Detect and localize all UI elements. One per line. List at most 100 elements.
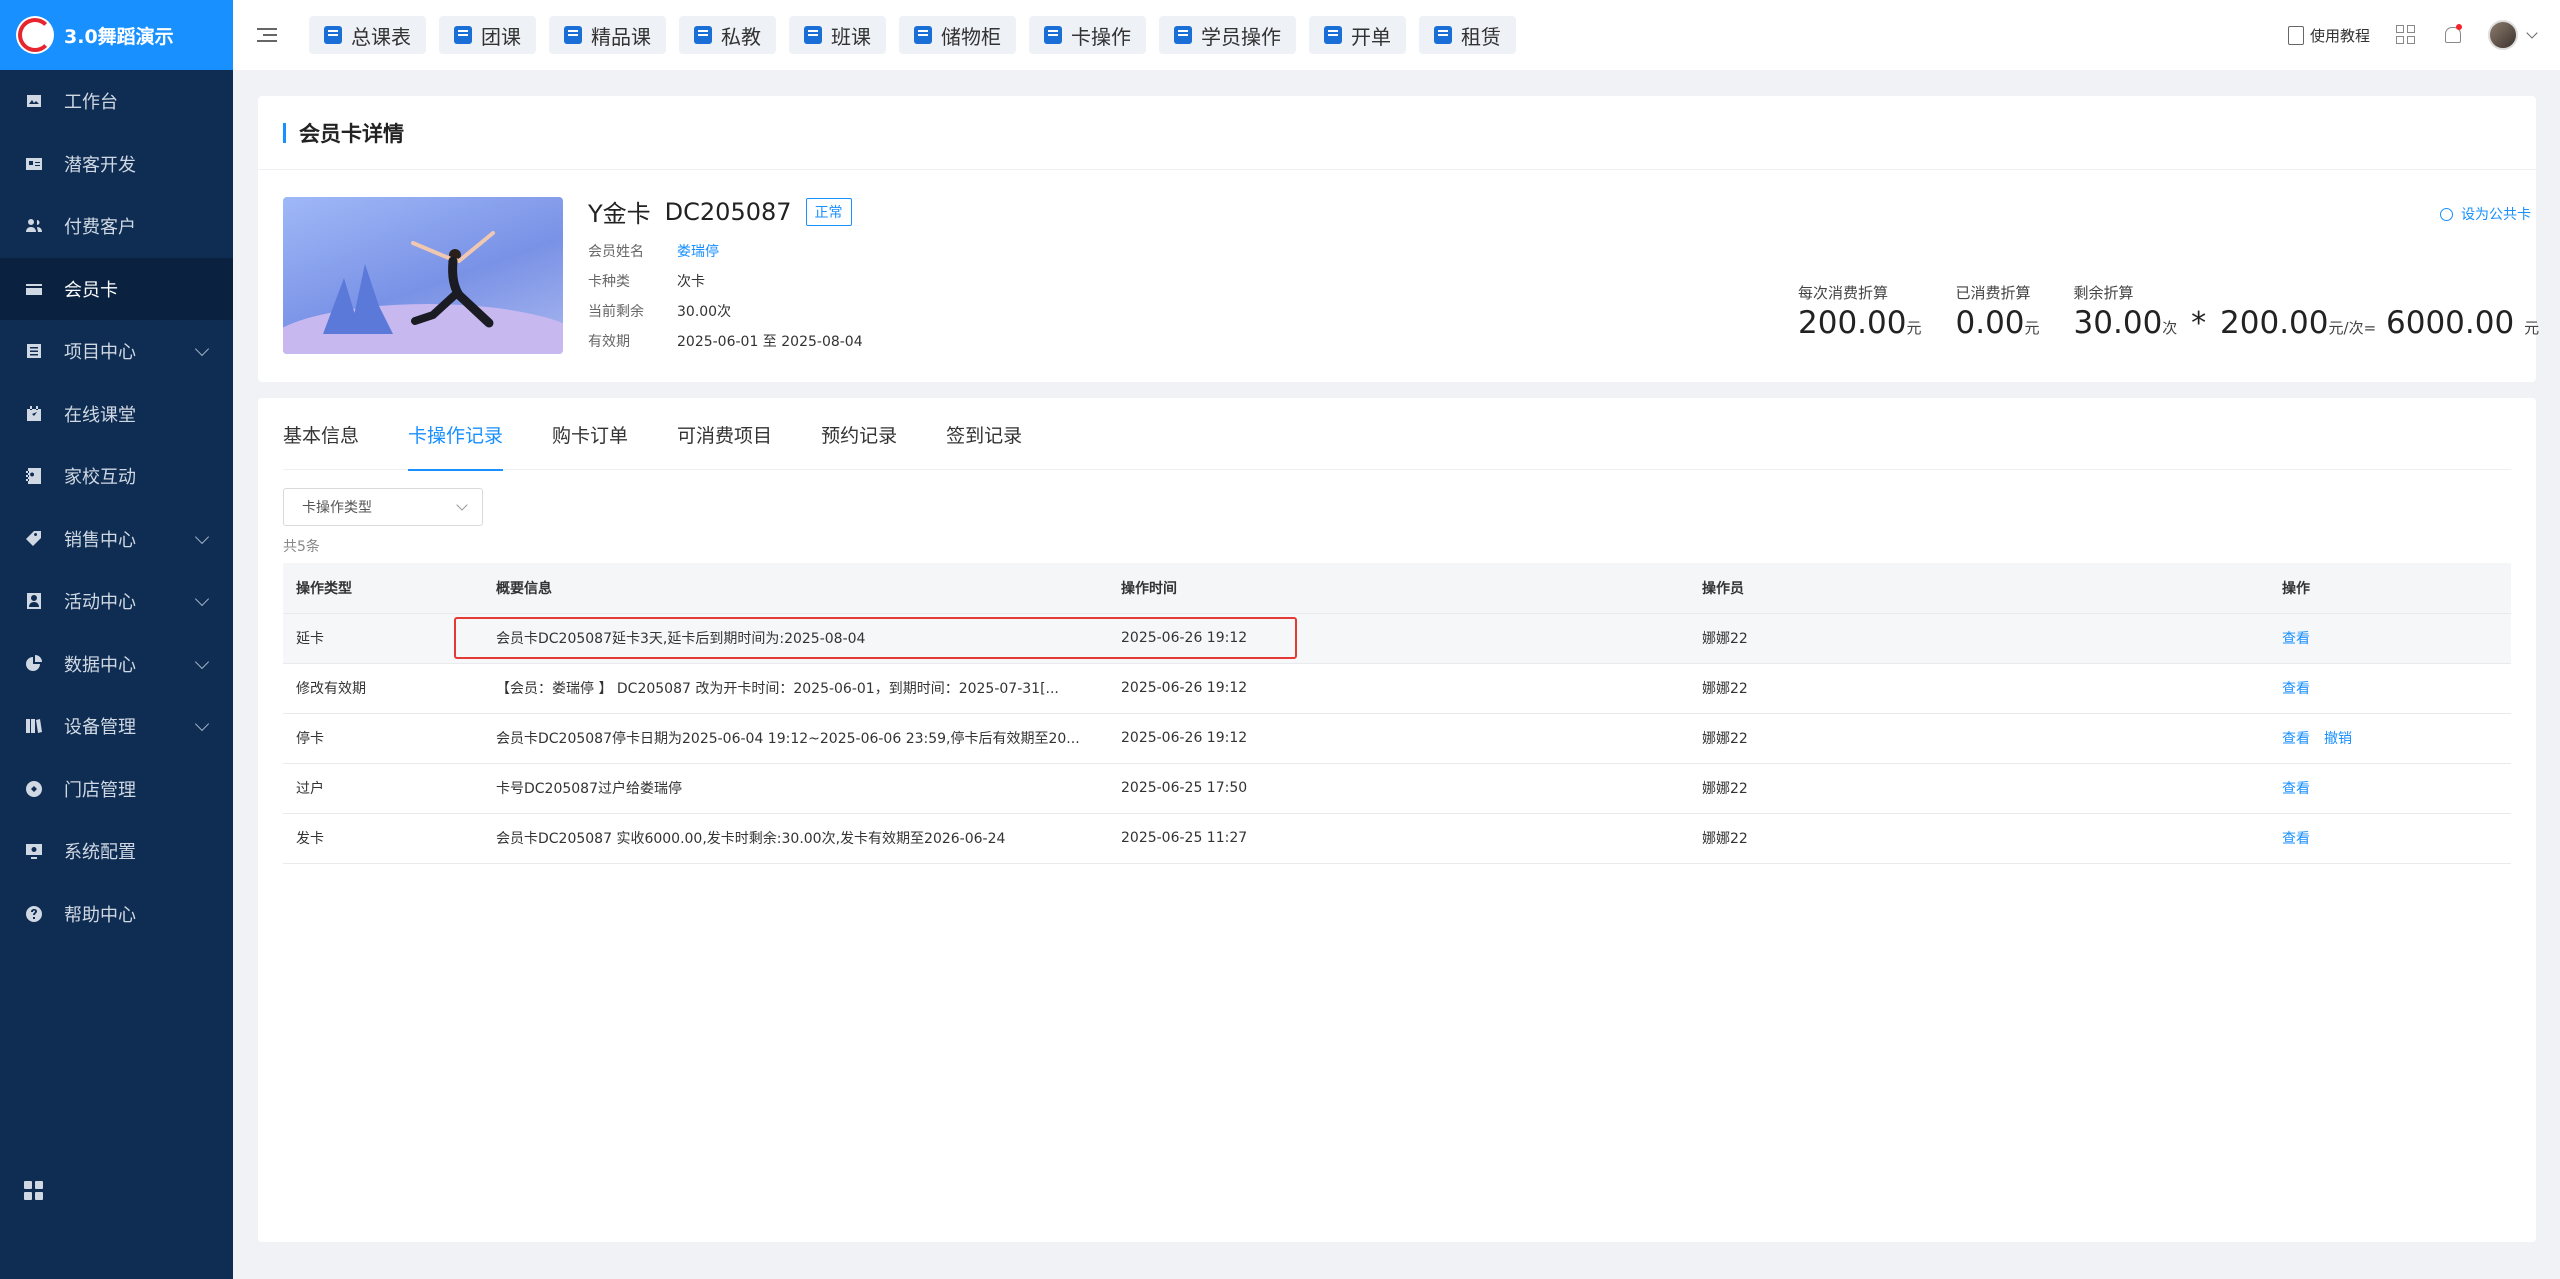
sidebar-item-label: 销售中心 (64, 529, 136, 551)
quick-link-icon (1044, 26, 1062, 44)
info-key: 当前剩余 (588, 304, 644, 320)
quick-link-button[interactable]: 学员操作 (1159, 16, 1296, 54)
quick-link-button[interactable]: 班课 (789, 16, 886, 54)
sidebar-item[interactable]: 潜客开发 (0, 133, 233, 196)
cell-operator: 娜娜22 (1689, 763, 2269, 814)
quick-link-button[interactable]: 租赁 (1419, 16, 1516, 54)
stat-used-unit: 元 (2024, 319, 2040, 337)
sidebar-item-label: 工作台 (64, 92, 118, 114)
records-tab[interactable]: 可消费项目 (677, 398, 772, 470)
qr-code-icon[interactable] (2396, 25, 2416, 45)
records-tab[interactable]: 购卡订单 (552, 398, 628, 470)
member-name-link[interactable]: 娄瑞停 (677, 241, 719, 261)
sidebar-item[interactable]: 在线课堂 (0, 383, 233, 446)
sidebar-item[interactable]: 活动中心 (0, 570, 233, 633)
section-title: 会员卡详情 (299, 121, 404, 146)
sidebar-item-label: 付费客户 (64, 217, 136, 239)
list-icon (24, 341, 44, 361)
apps-grid-icon[interactable] (24, 1181, 44, 1201)
notification-bell-icon[interactable] (2442, 24, 2462, 46)
cell-type: 发卡 (283, 813, 483, 864)
quick-link-button[interactable]: 精品课 (549, 16, 666, 54)
stat-remaining: 剩余折算 30.00次 * 200.00元/次= 6000.00 元 (2074, 282, 2540, 341)
stat-per-use-label: 每次消费折算 (1798, 284, 1889, 302)
status-badge: 正常 (805, 197, 852, 226)
brand-logo-icon (16, 16, 54, 54)
view-link[interactable]: 查看 (2282, 831, 2310, 847)
records-tab[interactable]: 预约记录 (821, 398, 897, 470)
view-link[interactable]: 查看 (2282, 731, 2310, 747)
sidebar-item[interactable]: 设备管理 (0, 695, 233, 758)
cell-type: 过户 (283, 763, 483, 814)
sidebar-item-label: 会员卡 (64, 279, 118, 301)
quick-link-label: 开单 (1351, 24, 1391, 49)
info-value: 次卡 (677, 274, 705, 290)
view-link[interactable]: 查看 (2282, 681, 2310, 697)
quick-link-icon (1434, 26, 1452, 44)
cell-time: 2025-06-26 19:12 (1108, 663, 1689, 714)
stat-used: 已消费折算 0.00元 (1956, 282, 2040, 341)
quick-link-button[interactable]: 开单 (1309, 16, 1406, 54)
quick-link-label: 团课 (481, 24, 521, 49)
operation-type-select[interactable]: 卡操作类型 (283, 488, 483, 526)
cell-time: 2025-06-25 11:27 (1108, 813, 1689, 864)
card-name: Y金卡 (588, 200, 651, 228)
stat-used-value: 0.00 (1955, 305, 2025, 341)
chevron-down-icon (194, 654, 210, 669)
quick-link-button[interactable]: 私教 (679, 16, 776, 54)
sidebar-item[interactable]: 家校互动 (0, 445, 233, 508)
quick-link-button[interactable]: 总课表 (309, 16, 426, 54)
view-link[interactable]: 查看 (2282, 781, 2310, 797)
sidebar-item-label: 项目中心 (64, 342, 136, 364)
records-tab[interactable]: 卡操作记录 (408, 398, 504, 471)
records-tab[interactable]: 基本信息 (283, 398, 359, 470)
store-icon (24, 779, 44, 799)
table-row: 修改有效期 【会员：娄瑞停 】 DC205087 改为开卡时间：2025-06-0… (283, 663, 2511, 714)
sidebar-item[interactable]: 帮助中心 (0, 883, 233, 946)
sidebar-item[interactable]: 门店管理 (0, 758, 233, 821)
card-icon (24, 279, 44, 299)
app-logo[interactable]: 3.0舞蹈演示 (0, 0, 233, 70)
sidebar-item[interactable]: 付费客户 (0, 195, 233, 258)
stat-remaining-count: 30.00 (2073, 305, 2163, 341)
help-tutorial-label: 使用教程 (2309, 26, 2370, 45)
stat-used-label: 已消费折算 (1955, 284, 2031, 302)
info-key: 有效期 (588, 334, 630, 350)
user-avatar[interactable] (2488, 20, 2518, 50)
quick-link-label: 租赁 (1461, 24, 1501, 49)
help-icon (24, 904, 44, 924)
quick-link-label: 学员操作 (1201, 24, 1281, 49)
collapse-menu-icon[interactable] (257, 27, 277, 43)
records-tab[interactable]: 签到记录 (946, 398, 1022, 470)
chevron-down-icon (456, 499, 468, 511)
info-row: 有效期 2025-06-01 至 2025-08-04 (588, 326, 863, 356)
revoke-link[interactable]: 撤销 (2324, 731, 2352, 747)
multiply-sign: * (2191, 306, 2207, 341)
sidebar-item[interactable]: 会员卡 (0, 257, 233, 320)
set-public-card-button[interactable]: 设为公共卡 (2440, 204, 2531, 224)
chevron-down-icon[interactable] (2526, 27, 2538, 39)
sidebar-item[interactable]: 销售中心 (0, 508, 233, 571)
column-header: 操作类型 (283, 563, 483, 614)
quick-link-button[interactable]: 卡操作 (1029, 16, 1146, 54)
info-row: 当前剩余 30.00次 (588, 296, 863, 326)
records-tabs: 基本信息 卡操作记录 购卡订单 可消费项目 预约记录 签到记录 (283, 398, 2511, 471)
sidebar-item[interactable]: 系统配置 (0, 820, 233, 883)
card-cover-image (283, 197, 563, 354)
sidebar-item[interactable]: 项目中心 (0, 320, 233, 383)
view-link[interactable]: 查看 (2282, 631, 2310, 647)
help-tutorial-link[interactable]: 使用教程 (2287, 25, 2370, 46)
stat-remaining-count-unit: 次 (2162, 319, 2178, 337)
sidebar-item[interactable]: 数据中心 (0, 633, 233, 696)
stat-per-use-value: 200.00 (1798, 305, 1907, 341)
sidebar-item-label: 活动中心 (64, 592, 136, 614)
quick-link-button[interactable]: 储物柜 (899, 16, 1016, 54)
quick-link-button[interactable]: 团课 (439, 16, 536, 54)
cell-actions: 查看 撤销 (2269, 713, 2511, 764)
sidebar-item[interactable]: 工作台 (0, 70, 233, 133)
table-row: 延卡 会员卡DC205087延卡3天,延卡后到期时间为:2025-08-04 202… (283, 613, 2511, 664)
sidebar-item-label: 潜客开发 (64, 154, 136, 176)
cell-actions: 查看 (2269, 663, 2511, 714)
quick-link-icon (694, 26, 712, 44)
quick-link-label: 总课表 (351, 24, 411, 49)
